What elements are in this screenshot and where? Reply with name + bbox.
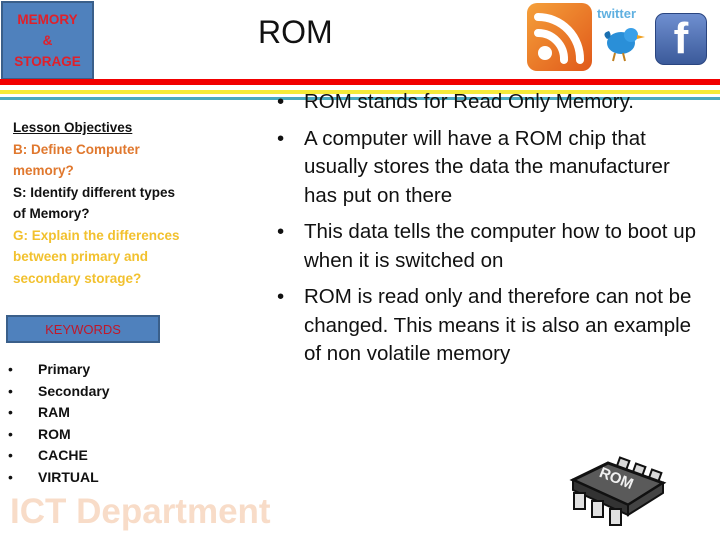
objective-gold: G: Explain the differences between prima… [13, 227, 180, 286]
keyword-text: Secondary [38, 382, 110, 399]
fact-item: • ROM stands for Read Only Memory. [277, 88, 707, 117]
rss-icon[interactable] [527, 3, 592, 71]
keyword-item: • ROM [8, 424, 110, 446]
rom-chip-icon: ROM [568, 455, 668, 535]
keyword-text: CACHE [38, 447, 88, 463]
objective-bronze: B: Define Computer memory? [13, 141, 140, 179]
bullet: • [277, 285, 285, 308]
twitter-wordmark: twitter [597, 6, 636, 21]
topic-title-line1: MEMORY [17, 12, 78, 27]
keyword-item: • CACHE [8, 445, 110, 467]
topic-title-box: MEMORY & STORAGE [1, 1, 94, 80]
bullet: • [277, 90, 285, 113]
fact-text: This data tells the computer how to boot… [304, 220, 697, 272]
keyword-text: ROM [38, 425, 71, 442]
keyword-item: • RAM [8, 402, 110, 424]
fact-text: ROM is read only and therefore can not b… [304, 285, 692, 365]
bullet: • [8, 447, 13, 463]
bullet: • [277, 126, 285, 150]
keyword-text: RAM [38, 404, 70, 420]
lesson-objectives: Lesson Objectives B: Define Computer mem… [13, 117, 183, 289]
bullet: • [8, 382, 13, 399]
department-watermark: ICT Department [10, 492, 271, 531]
fact-item: • A computer will have a ROM chip that us… [277, 125, 707, 211]
fact-item: • This data tells the computer how to boo… [277, 218, 707, 275]
keyword-item: • VIRTUAL [8, 467, 110, 489]
objective-silver: S: Identify different types of Memory? [13, 184, 176, 222]
bullet: • [8, 361, 13, 377]
facebook-icon[interactable]: f [655, 13, 707, 65]
twitter-icon[interactable]: twitter [595, 3, 653, 65]
bullet: • [8, 468, 13, 485]
fact-text: A computer will have a ROM chip that usu… [304, 126, 670, 207]
fact-text: ROM stands for Read Only Memory. [304, 90, 634, 113]
topic-title-line2: & [42, 33, 53, 48]
facebook-glyph: f [673, 14, 689, 63]
topic-title-line3: STORAGE [14, 54, 81, 69]
bullet: • [8, 404, 13, 420]
divider-red [0, 79, 720, 85]
keyword-item: • Secondary [8, 381, 110, 403]
keywords-header: KEYWORDS [6, 315, 160, 343]
slide-heading: ROM [258, 14, 333, 50]
keyword-text: VIRTUAL [38, 468, 99, 485]
social-icons: twitter f [527, 3, 707, 71]
bullet: • [8, 425, 13, 442]
rom-facts-list: • ROM stands for Read Only Memory. • A com… [277, 88, 707, 377]
keywords-list: • Primary • Secondary • RAM • ROM • CACHE • VI… [8, 359, 110, 488]
keyword-text: Primary [38, 361, 91, 377]
keyword-item: • Primary [8, 359, 110, 381]
keywords-label: KEYWORDS [45, 321, 121, 337]
bullet: • [277, 220, 285, 243]
objectives-title: Lesson Objectives [13, 120, 133, 135]
fact-item: • ROM is read only and therefore can not … [277, 283, 707, 369]
